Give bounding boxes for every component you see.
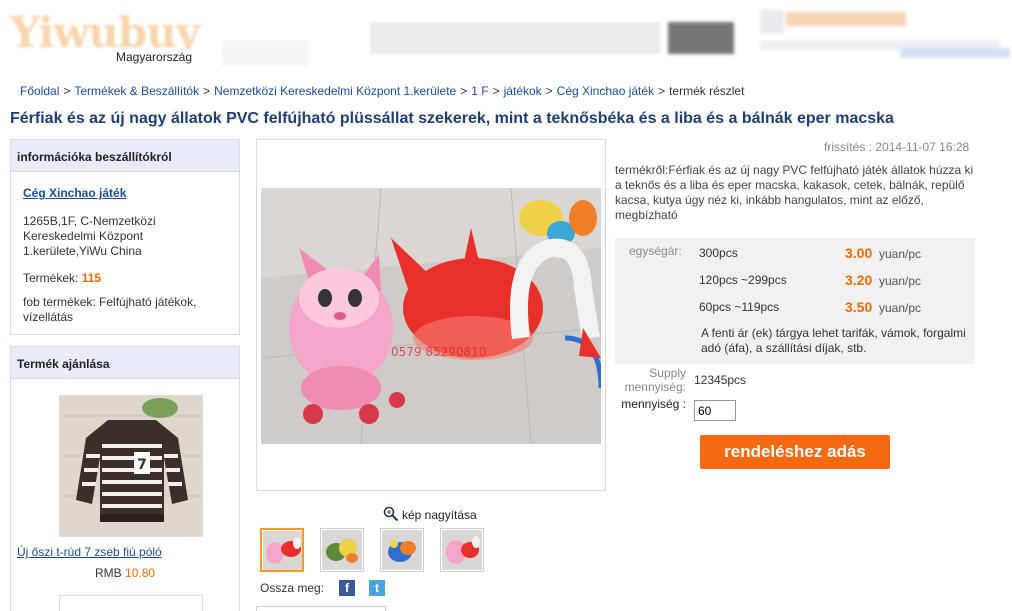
header-account-area[interactable] <box>760 10 1010 60</box>
recommend-panel-heading: Termék ajánlása <box>11 347 239 379</box>
quantity-input[interactable] <box>694 400 736 421</box>
recommended-product-next[interactable] <box>59 595 203 611</box>
language-select[interactable] <box>222 40 308 66</box>
breadcrumb-products[interactable]: Termékek & Beszállítók <box>74 84 199 98</box>
main-product-image[interactable]: 0579 85290810 <box>261 188 601 444</box>
search-button[interactable] <box>668 22 734 54</box>
search-input[interactable] <box>370 22 660 54</box>
supplier-address: 1265B,1F, C-Nemzetközi Kereskedelmi Közp… <box>23 214 156 258</box>
share-label: Ossza meg: <box>260 581 325 595</box>
breadcrumb-category[interactable]: játékok <box>504 84 542 98</box>
twitter-icon[interactable]: t <box>369 580 385 596</box>
thumbnail-3[interactable] <box>380 528 424 572</box>
breadcrumb-supplier[interactable]: Cég Xinchao játék <box>557 84 654 98</box>
tier-qty-2: 120pcs ~299pcs <box>699 273 787 287</box>
unit-price-label: egységár: <box>629 244 682 258</box>
recommended-product-link[interactable]: Új őszi t-rúd 7 zseb fiú póló <box>17 545 162 559</box>
product-description: termékről:Férfiak és az új nagy PVC felf… <box>615 163 974 222</box>
quantity-label: mennyiség : <box>621 397 686 411</box>
main-product-image-frame: 0579 85290810 <box>256 139 606 491</box>
breadcrumb-current: termék részlet <box>669 84 745 98</box>
price-table: egységár: 300pcs 3.00 yuan/pc 120pcs ~29… <box>615 238 975 364</box>
tier-unit-1: yuan/pc <box>879 247 922 261</box>
recommended-product-image[interactable]: 7 <box>59 395 203 537</box>
svg-text:0579 85290810: 0579 85290810 <box>391 345 486 359</box>
tier-unit-2: yuan/pc <box>879 274 922 288</box>
supplier-product-count: Termékek: 115 <box>23 271 102 285</box>
zoom-image-link[interactable]: kép nagyítása <box>383 506 477 522</box>
account-icon <box>760 10 784 34</box>
tier-price-1: 3.00 <box>845 245 873 261</box>
magnifier-icon <box>383 506 399 522</box>
thumbnail-1[interactable] <box>260 528 304 572</box>
page-title: Férfiak és az új nagy állatok PVC felfúj… <box>10 110 894 127</box>
thumbnail-2[interactable] <box>320 528 364 572</box>
svg-text:7: 7 <box>137 457 147 473</box>
add-to-order-button[interactable]: rendeléshez adás <box>700 435 890 469</box>
tier-qty-1: 300pcs <box>699 246 738 260</box>
breadcrumb-market[interactable]: Nemzetközi Kereskedelmi Központ 1.kerüle… <box>214 84 456 98</box>
supply-quantity-value: 12345pcs <box>694 373 747 387</box>
product-recommendation-panel: Termék ajánlása 7 Új őszi t-rúd 7 zseb f… <box>10 346 240 611</box>
inflatable-toys-image: 0579 85290810 <box>261 188 601 444</box>
breadcrumb: Főoldal > Termékek & Beszállítók > Nemzetköz… <box>20 84 745 98</box>
price-disclaimer: A fenti ár (ek) tárgya lehet tarifák, vá… <box>701 326 966 355</box>
supplier-name-link[interactable]: Cég Xinchao játék <box>23 186 227 200</box>
site-header: Yiwubuy Magyarország <box>0 0 1012 72</box>
supply-quantity-label: Supply mennyiség: <box>624 366 686 394</box>
tier-qty-3: 60pcs ~119pcs <box>699 300 780 314</box>
thumbnail-4[interactable] <box>440 528 484 572</box>
tier-price-3: 3.50 <box>845 299 873 315</box>
tier-unit-3: yuan/pc <box>879 301 922 315</box>
facebook-icon[interactable]: f <box>339 580 355 596</box>
country-label: Magyarország <box>114 50 195 64</box>
updated-timestamp: frissítés : 2014-11-07 16:28 <box>824 140 970 154</box>
recommended-product-price: RMB 10.80 <box>95 566 156 580</box>
supplier-panel-heading: információka beszállítókról <box>11 140 239 172</box>
supplier-info-panel: információka beszállítókról Cég Xinchao … <box>10 139 240 335</box>
below-gallery-box <box>256 606 386 611</box>
tier-price-2: 3.20 <box>845 272 873 288</box>
sweater-image: 7 <box>60 396 202 536</box>
site-logo[interactable]: Yiwubuy Magyarország <box>10 4 220 64</box>
product-count-value: 115 <box>81 271 102 285</box>
breadcrumb-floor[interactable]: 1 F <box>471 84 488 98</box>
supplier-fob-products: fob termékek: Felfújható játékok, vízell… <box>23 295 197 324</box>
breadcrumb-home[interactable]: Főoldal <box>20 84 59 98</box>
